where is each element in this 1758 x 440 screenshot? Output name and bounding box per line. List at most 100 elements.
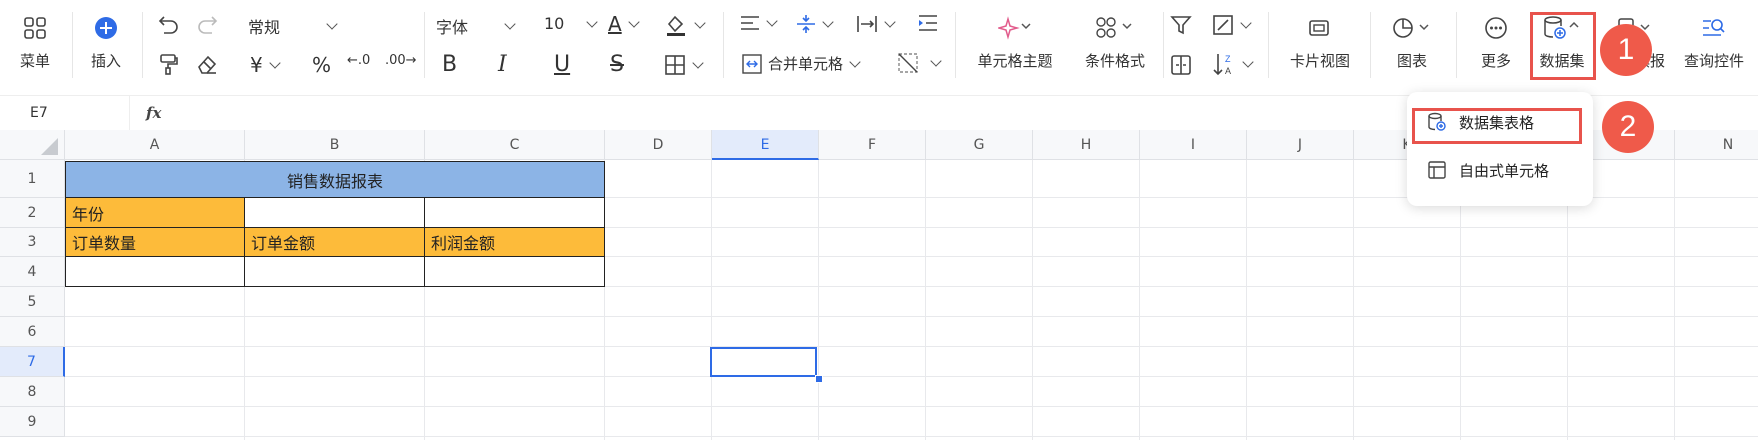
font-color-button[interactable]: A [608,12,640,36]
column-header-c[interactable]: C [425,130,605,160]
underline-icon: U [554,52,571,77]
row-header-8[interactable]: 8 [0,377,65,407]
filter-button[interactable] [1170,14,1192,36]
indent-button[interactable] [918,14,938,32]
grid-column-line [925,160,926,440]
column-header-h[interactable]: H [1033,130,1140,160]
underline-button[interactable]: U [554,52,570,77]
column-header-n[interactable]: N [1675,130,1758,160]
grid-column-line [1139,160,1140,440]
number-format-select[interactable]: 常规 [248,14,338,38]
cell-a4[interactable] [65,257,245,287]
column-header-b[interactable]: B [245,130,425,160]
more-button[interactable]: 更多 [1466,10,1526,80]
separator [424,12,425,78]
column-header-g[interactable]: G [926,130,1033,160]
column-header-i[interactable]: I [1140,130,1247,160]
conditional-format-icon [1070,10,1160,46]
card-view-button[interactable]: 卡片视图 [1278,10,1362,80]
increase-decimal-icon: .00→ [385,53,417,68]
insert-button[interactable]: 插入 [76,10,136,80]
chevron-down-icon [1242,56,1254,68]
cell-c2[interactable] [425,198,605,228]
conditional-format-button[interactable]: 条件格式 [1070,10,1160,80]
free-cell-menu-item[interactable]: 自由式单元格 [1427,152,1549,188]
row-header-9[interactable]: 9 [0,407,65,437]
diagonal-border-button[interactable] [898,53,942,73]
filter-icon [1170,16,1192,35]
chevron-down-icon [269,57,281,69]
redo-icon[interactable] [196,14,218,34]
border-button[interactable] [664,54,704,76]
cell-reference-box[interactable]: E7 [0,96,130,130]
cell-theme-button[interactable]: 单元格主题 [970,10,1060,80]
percent-icon: % [312,53,332,77]
undo-icon[interactable] [158,14,180,34]
horizontal-align-button[interactable] [740,14,778,32]
column-header-j[interactable]: J [1247,130,1354,160]
row-header-7[interactable]: 7 [0,347,65,377]
separator [72,12,73,78]
chevron-down-icon [766,15,778,27]
diagonal-cell-icon [898,53,918,73]
separator [1268,12,1269,78]
vertical-align-button[interactable] [796,14,834,34]
font-family-select[interactable]: 字体 [436,14,516,38]
percent-button[interactable]: % [312,53,331,77]
increase-decimal-button[interactable]: .00→ [385,53,417,68]
cell-b4[interactable] [245,257,425,287]
font-size-select[interactable]: 10 [544,14,599,33]
fill-handle[interactable] [815,375,823,383]
chevron-down-icon [849,55,861,68]
order-amount-header-cell[interactable]: 订单金额 [245,228,425,257]
column-header-d[interactable]: D [605,130,712,160]
text-wrap-button[interactable] [856,14,896,34]
toolbar: 菜单 插入 常规 ¥ % ←.0 .00→ 字体 10 A B I U S 合并… [0,0,1758,95]
row-header-1[interactable]: 1 [0,160,65,198]
report-title-cell[interactable]: 销售数据报表 [65,161,605,198]
row-header-3[interactable]: 3 [0,228,65,257]
column-header-a[interactable]: A [65,130,245,160]
separator [1456,12,1457,78]
svg-text:A: A [1225,66,1231,76]
chevron-down-icon [628,16,640,28]
row-header-6[interactable]: 6 [0,317,65,347]
decrease-decimal-button[interactable]: ←.0 [347,53,370,68]
fx-icon[interactable]: fx [146,96,161,130]
freeze-icon [1171,55,1191,75]
chevron-down-icon [930,55,942,67]
column-header-f[interactable]: F [819,130,926,160]
italic-button[interactable]: I [498,52,507,77]
bold-button[interactable]: B [442,52,457,77]
profit-amount-header-cell[interactable]: 利润金额 [425,228,605,257]
chart-button[interactable]: 图表 [1380,10,1444,80]
format-painter-icon[interactable] [158,53,180,75]
fill-color-button[interactable] [664,14,706,36]
paint-bucket-icon [667,15,685,36]
row-header-2[interactable]: 2 [0,198,65,228]
italic-icon: I [498,52,507,77]
menu-button[interactable]: 菜单 [5,10,65,80]
merge-cells-button[interactable]: 合并单元格 [742,53,861,74]
align-left-icon [741,16,759,30]
order-qty-header-cell[interactable]: 订单数量 [65,228,245,257]
cell-c4[interactable] [425,257,605,287]
query-control-button[interactable]: 查询控件 [1676,10,1752,80]
strikethrough-button[interactable]: S [610,52,624,77]
cell-b2[interactable] [245,198,425,228]
select-all-corner[interactable] [0,130,65,160]
row-header-4[interactable]: 4 [0,257,65,287]
border-icon [665,55,685,75]
eraser-icon[interactable] [196,53,218,75]
currency-format-button[interactable]: ¥ [250,53,281,77]
freeze-button[interactable] [1170,54,1192,76]
column-header-e[interactable]: E [712,130,819,160]
step-1-badge: 1 [1600,24,1652,76]
merge-cells-icon [742,53,762,74]
row-header-5[interactable]: 5 [0,287,65,317]
sort-button[interactable]: ZA [1212,52,1254,76]
edit-style-button[interactable] [1212,14,1252,36]
pie-chart-icon [1380,10,1444,46]
selected-cell-e7[interactable] [710,347,817,377]
year-label-cell[interactable]: 年份 [65,198,245,228]
